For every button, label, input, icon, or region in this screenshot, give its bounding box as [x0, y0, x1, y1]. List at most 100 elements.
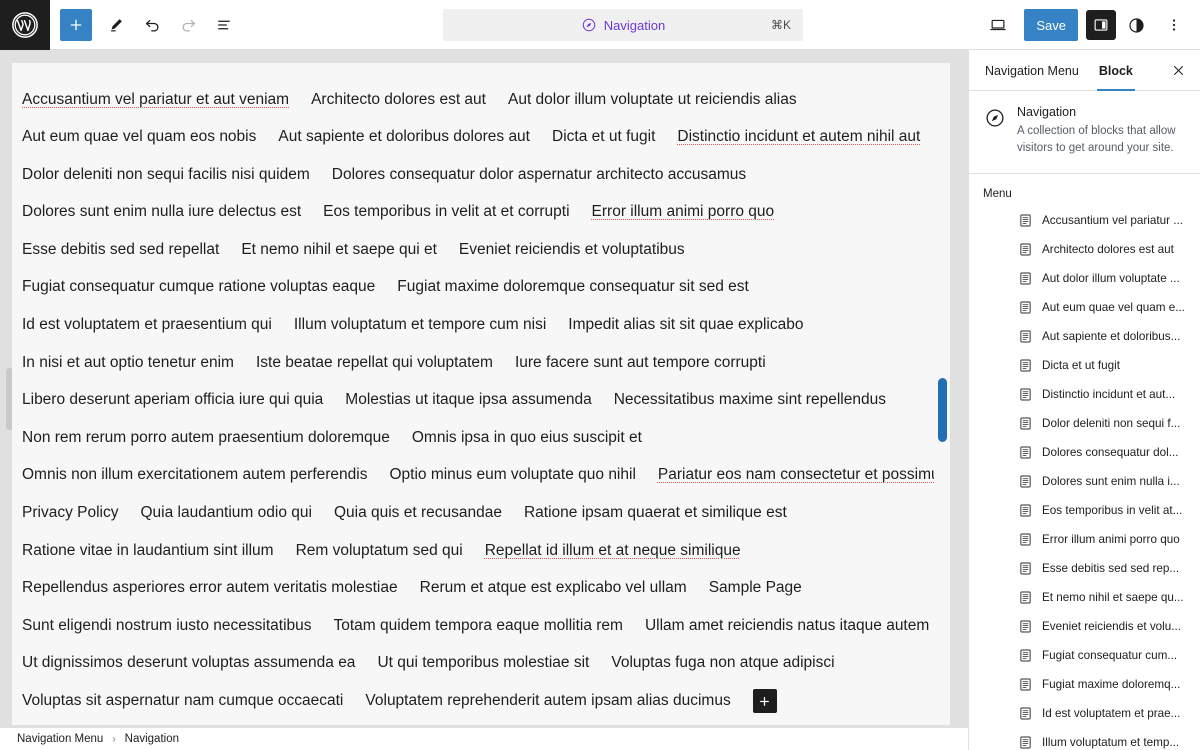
block-appender-button[interactable] — [752, 689, 777, 714]
redo-button[interactable] — [170, 7, 206, 43]
close-icon[interactable] — [1166, 58, 1190, 82]
editor-canvas[interactable]: Accusantium vel pariatur et aut veniam Ar… — [12, 63, 950, 725]
menu-list-item-label: Dolores sunt enim nulla i... — [1042, 474, 1180, 488]
add-block-button[interactable] — [60, 8, 92, 41]
navigation-row: Sunt eligendi nostrum iusto necessitatib… — [22, 607, 942, 645]
navigation-link[interactable]: Impedit alias sit sit quae explicabo — [568, 316, 803, 335]
menu-list-item[interactable]: Id est voluptatem et prae... — [975, 699, 1194, 728]
menu-list-item[interactable]: Illum voluptatum et temp... — [975, 728, 1194, 750]
navigation-link[interactable]: Sunt eligendi nostrum iusto necessitatib… — [22, 617, 312, 636]
navigation-link[interactable]: Optio minus eum voluptate quo nihil — [389, 466, 635, 485]
canvas-scrollbar[interactable] — [934, 63, 950, 725]
top-bar-right-tools: Save — [980, 0, 1192, 50]
navigation-link[interactable]: Ut dignissimos deserunt voluptas assumen… — [22, 654, 355, 673]
menu-list-item[interactable]: Aut dolor illum voluptate ... — [975, 264, 1194, 293]
tab-navigation-menu[interactable]: Navigation Menu — [975, 51, 1089, 90]
navigation-link[interactable]: Iure facere sunt aut tempore corrupti — [515, 354, 766, 373]
menu-list-item[interactable]: Accusantium vel pariatur ... — [975, 206, 1194, 235]
navigation-link[interactable]: Dicta et ut fugit — [552, 128, 655, 147]
canvas-scrollbar-thumb[interactable] — [938, 378, 947, 442]
navigation-link[interactable]: In nisi et aut optio tenetur enim — [22, 354, 234, 373]
navigation-link[interactable]: Aut sapiente et doloribus dolores aut — [278, 128, 530, 147]
breadcrumb-item-navigation[interactable]: Navigation — [125, 733, 179, 745]
menu-list-item[interactable]: Aut sapiente et doloribus... — [975, 322, 1194, 351]
menu-list-item[interactable]: Et nemo nihil et saepe qu... — [975, 583, 1194, 612]
navigation-link[interactable]: Eos temporibus in velit at et corrupti — [323, 203, 569, 222]
menu-list-item[interactable]: Aut eum quae vel quam e... — [975, 293, 1194, 322]
menu-items-list[interactable]: Accusantium vel pariatur ... Architecto d… — [969, 206, 1200, 750]
more-options-button[interactable] — [1156, 7, 1192, 43]
settings-sidebar-toggle-button[interactable] — [1086, 10, 1116, 40]
menu-list-item[interactable]: Eveniet reiciendis et volu... — [975, 612, 1194, 641]
navigation-link[interactable]: Voluptas sit aspernatur nam cumque occae… — [22, 692, 343, 711]
navigation-row: Esse debitis sed sed repellat Et nemo nih… — [22, 231, 942, 269]
navigation-link[interactable]: Ut qui temporibus molestiae sit — [377, 654, 589, 673]
navigation-link[interactable]: Repellendus asperiores error autem verit… — [22, 579, 398, 598]
navigation-link[interactable]: Molestias ut itaque ipsa assumenda — [345, 391, 591, 410]
navigation-link[interactable]: Ratione vitae in laudantium sint illum — [22, 542, 274, 561]
navigation-link[interactable]: Dolor deleniti non sequi facilis nisi qu… — [22, 166, 310, 185]
navigation-compass-icon — [983, 106, 1007, 130]
styles-button[interactable] — [1118, 7, 1154, 43]
navigation-link[interactable]: Totam quidem tempora eaque mollitia rem — [334, 617, 623, 636]
shell-scrollbar[interactable] — [956, 50, 968, 727]
navigation-link[interactable]: Necessitatibus maxime sint repellendus — [614, 391, 886, 410]
menu-list-item[interactable]: Esse debitis sed sed rep... — [975, 554, 1194, 583]
menu-list-item[interactable]: Dolores consequatur dol... — [975, 438, 1194, 467]
navigation-link[interactable]: Voluptas fuga non atque adipisci — [611, 654, 834, 673]
menu-list-item[interactable]: Fugiat consequatur cum... — [975, 641, 1194, 670]
navigation-link[interactable]: Repellat id illum et at neque similique — [485, 542, 741, 561]
navigation-link[interactable]: Fugiat consequatur cumque ratione volupt… — [22, 278, 375, 297]
navigation-link[interactable]: Non rem rerum porro autem praesentium do… — [22, 429, 390, 448]
navigation-link[interactable]: Fugiat maxime doloremque consequatur sit… — [397, 278, 749, 297]
navigation-block[interactable]: Accusantium vel pariatur et aut veniam Ar… — [12, 63, 950, 725]
page-icon — [1017, 589, 1033, 605]
navigation-link[interactable]: Libero deserunt aperiam officia iure qui… — [22, 391, 323, 410]
navigation-link[interactable]: Iste beatae repellat qui voluptatem — [256, 354, 493, 373]
navigation-link[interactable]: Privacy Policy — [22, 504, 118, 523]
navigation-link[interactable]: Error illum animi porro quo — [592, 203, 775, 222]
menu-list-item[interactable]: Dolor deleniti non sequi f... — [975, 409, 1194, 438]
navigation-link[interactable]: Dolores consequatur dolor aspernatur arc… — [332, 166, 746, 185]
navigation-row: Repellendus asperiores error autem verit… — [22, 570, 942, 608]
menu-list-item[interactable]: Dolores sunt enim nulla i... — [975, 467, 1194, 496]
list-view-button[interactable] — [206, 7, 242, 43]
menu-list-item[interactable]: Dicta et ut fugit — [975, 351, 1194, 380]
wordpress-logo-button[interactable] — [0, 0, 50, 50]
navigation-link[interactable]: Illum voluptatum et tempore cum nisi — [294, 316, 546, 335]
menu-list-item[interactable]: Fugiat maxime doloremq... — [975, 670, 1194, 699]
navigation-link[interactable]: Pariatur eos nam consectetur et possimus… — [658, 466, 950, 485]
menu-list-item[interactable]: Distinctio incidunt et aut... — [975, 380, 1194, 409]
navigation-link[interactable]: Eveniet reiciendis et voluptatibus — [459, 241, 685, 260]
navigation-link[interactable]: Aut eum quae vel quam eos nobis — [22, 128, 256, 147]
command-bar[interactable]: Navigation ⌘K — [443, 9, 803, 41]
navigation-link[interactable]: Distinctio incidunt et autem nihil aut — [677, 128, 920, 147]
navigation-link[interactable]: Voluptatem reprehenderit autem ipsam ali… — [365, 692, 730, 711]
navigation-link[interactable]: Dolores sunt enim nulla iure delectus es… — [22, 203, 301, 222]
navigation-link[interactable]: Ullam amet reiciendis natus itaque autem — [645, 617, 929, 636]
navigation-link[interactable]: Omnis non illum exercitationem autem per… — [22, 466, 367, 485]
navigation-link[interactable]: Quia quis et recusandae — [334, 504, 502, 523]
navigation-link[interactable]: Rem voluptatum sed qui — [296, 542, 463, 561]
navigation-link[interactable]: Architecto dolores est aut — [311, 91, 486, 110]
menu-list-item[interactable]: Architecto dolores est aut — [975, 235, 1194, 264]
navigation-link[interactable]: Rerum et atque est explicabo vel ullam — [420, 579, 687, 598]
navigation-link[interactable]: Id est voluptatem et praesentium qui — [22, 316, 272, 335]
menu-list-item-label: Dolor deleniti non sequi f... — [1042, 416, 1181, 430]
navigation-link[interactable]: Sample Page — [709, 579, 802, 598]
view-device-button[interactable] — [980, 7, 1016, 43]
navigation-link[interactable]: Esse debitis sed sed repellat — [22, 241, 219, 260]
menu-list-item[interactable]: Eos temporibus in velit at... — [975, 496, 1194, 525]
navigation-link[interactable]: Ratione ipsam quaerat et similique est — [524, 504, 787, 523]
undo-button[interactable] — [134, 7, 170, 43]
navigation-link[interactable]: Omnis ipsa in quo eius suscipit et — [412, 429, 642, 448]
menu-list-item[interactable]: Error illum animi porro quo — [975, 525, 1194, 554]
save-button[interactable]: Save — [1024, 9, 1078, 41]
breadcrumb-item-navigation-menu[interactable]: Navigation Menu — [17, 733, 103, 745]
navigation-link[interactable]: Accusantium vel pariatur et aut veniam — [22, 91, 289, 110]
edit-tool-button[interactable] — [98, 7, 134, 43]
navigation-link[interactable]: Et nemo nihil et saepe qui et — [241, 241, 437, 260]
navigation-link[interactable]: Aut dolor illum voluptate ut reiciendis … — [508, 91, 797, 110]
tab-block[interactable]: Block — [1089, 51, 1143, 91]
navigation-link[interactable]: Quia laudantium odio qui — [140, 504, 311, 523]
